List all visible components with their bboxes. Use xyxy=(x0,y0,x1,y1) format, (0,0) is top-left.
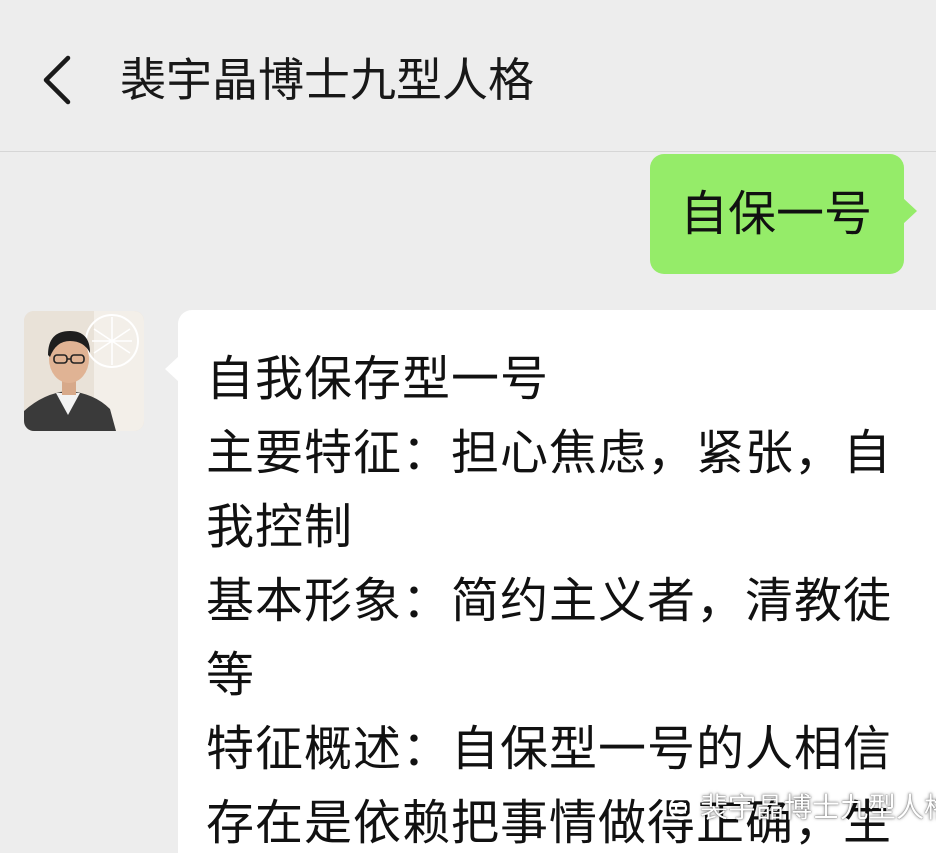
chat-window: 裴宇晶博士九型人格 自保一号 自我保存型一号 主要特征：担心焦虑，紧张，自 我控… xyxy=(0,0,936,853)
avatar[interactable] xyxy=(24,311,144,431)
message-line: 等 xyxy=(206,647,256,703)
message-line: 特征概述：自保型一号的人相信 xyxy=(206,721,893,777)
person-avatar-icon xyxy=(24,311,144,431)
message-line: 我控制 xyxy=(206,499,354,555)
watermark: 裴宇晶博士九型人格 xyxy=(668,790,936,826)
chevron-left-icon xyxy=(43,55,71,105)
back-button[interactable] xyxy=(36,52,84,108)
outgoing-message-text: 自保一号 xyxy=(680,186,873,242)
chat-header: 裴宇晶博士九型人格 xyxy=(0,0,936,152)
chat-title: 裴宇晶博士九型人格 xyxy=(120,53,534,107)
watermark-text: 裴宇晶博士九型人格 xyxy=(700,791,936,824)
message-line: 自我保存型一号 xyxy=(206,351,550,407)
outgoing-message-bubble[interactable]: 自保一号 xyxy=(650,154,917,274)
incoming-message-bubble[interactable]: 自我保存型一号 主要特征：担心焦虑，紧张，自 我控制 基本形象：简约主义者，清教… xyxy=(165,310,936,853)
incoming-message-text: 自我保存型一号 主要特征：担心焦虑，紧张，自 我控制 基本形象：简约主义者，清教… xyxy=(206,342,936,853)
message-line: 基本形象：简约主义者，清教徒 xyxy=(206,573,893,629)
message-line: 主要特征：担心焦虑，紧张，自 xyxy=(206,425,893,481)
wechat-official-account-icon xyxy=(668,795,694,821)
